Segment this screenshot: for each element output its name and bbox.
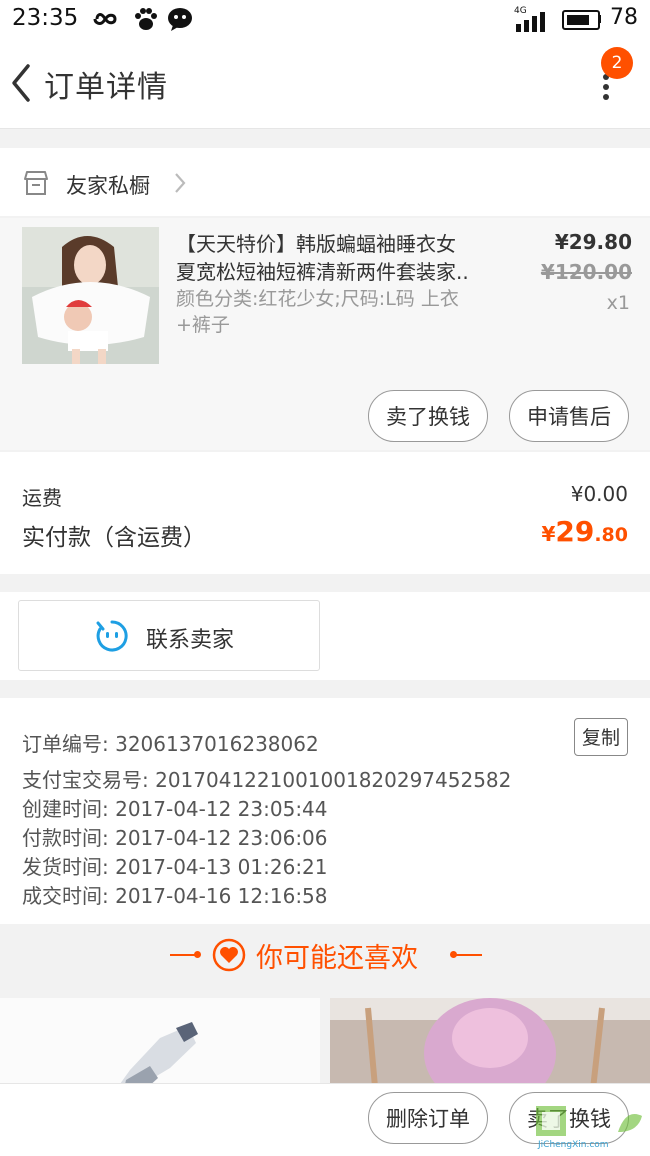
sell-button[interactable]: 卖了换钱 bbox=[368, 390, 488, 442]
notification-badge: 2 bbox=[601, 47, 633, 79]
product-title-line2: 夏宽松短袖短裤清新两件套装家.. bbox=[176, 260, 469, 284]
recommend-divider-right bbox=[456, 954, 482, 956]
paid-time: 付款时间: 2017-04-12 23:06:06 bbox=[22, 826, 328, 850]
completed-time: 成交时间: 2017-04-16 12:16:58 bbox=[22, 884, 328, 908]
page-title: 订单详情 bbox=[44, 70, 168, 105]
product-title[interactable]: 【天天特价】韩版蝙蝠袖睡衣女 夏宽松短袖短裤清新两件套装家.. bbox=[176, 230, 506, 286]
contact-seller-label[interactable]: 联系卖家 bbox=[146, 622, 234, 654]
after-sale-button[interactable]: 申请售后 bbox=[509, 390, 629, 442]
infinity-icon bbox=[88, 6, 122, 37]
alipay-trade-number: 支付宝交易号: 2017041221001001820297452582 bbox=[22, 768, 512, 792]
product-quantity: x1 bbox=[606, 292, 630, 314]
recommend-dot-left bbox=[194, 951, 201, 958]
copy-button[interactable]: 复制 bbox=[574, 718, 628, 756]
paid-integer: 29 bbox=[555, 515, 595, 548]
fees-section bbox=[0, 452, 650, 574]
product-title-line1: 【天天特价】韩版蝙蝠袖睡衣女 bbox=[176, 232, 456, 256]
store-name[interactable]: 友家私橱 bbox=[66, 170, 150, 200]
paid-label: 实付款（含运费） bbox=[22, 525, 206, 551]
paid-decimal: .80 bbox=[594, 524, 628, 546]
paid-currency: ¥ bbox=[541, 522, 556, 546]
delete-order-button[interactable]: 删除订单 bbox=[368, 1092, 488, 1144]
product-sku: 颜色分类:红花少女;尺码:L码 上衣+裤子 bbox=[176, 288, 459, 336]
back-icon[interactable] bbox=[8, 60, 38, 106]
chevron-right-icon bbox=[170, 170, 188, 196]
product-original-price: ¥120.00 bbox=[540, 260, 632, 284]
battery-level: 78 bbox=[610, 5, 638, 30]
product-image[interactable] bbox=[22, 227, 159, 364]
battery-fill bbox=[567, 15, 589, 25]
product-price: ¥29.80 bbox=[554, 230, 632, 254]
paid-amount: ¥29.80 bbox=[541, 515, 628, 548]
shop-icon bbox=[22, 170, 50, 196]
chat-face-icon bbox=[95, 619, 129, 653]
heart-icon bbox=[212, 938, 246, 972]
recommend-title: 你可能还喜欢 bbox=[256, 943, 418, 974]
order-number: 订单编号: 3206137016238062 bbox=[22, 732, 319, 756]
shipping-label: 运费 bbox=[22, 486, 62, 510]
battery-tip bbox=[598, 15, 601, 23]
created-time: 创建时间: 2017-04-12 23:05:44 bbox=[22, 797, 328, 821]
watermark-text: JiChengXin.com bbox=[538, 1140, 609, 1150]
recommend-divider-left bbox=[170, 954, 196, 956]
status-time: 23:35 bbox=[12, 5, 79, 31]
signal-icon bbox=[516, 12, 550, 36]
wechat-icon bbox=[167, 6, 193, 37]
shipped-time: 发货时间: 2017-04-13 01:26:21 bbox=[22, 855, 328, 879]
shipping-value: ¥0.00 bbox=[570, 482, 628, 506]
paw-icon bbox=[133, 6, 159, 37]
